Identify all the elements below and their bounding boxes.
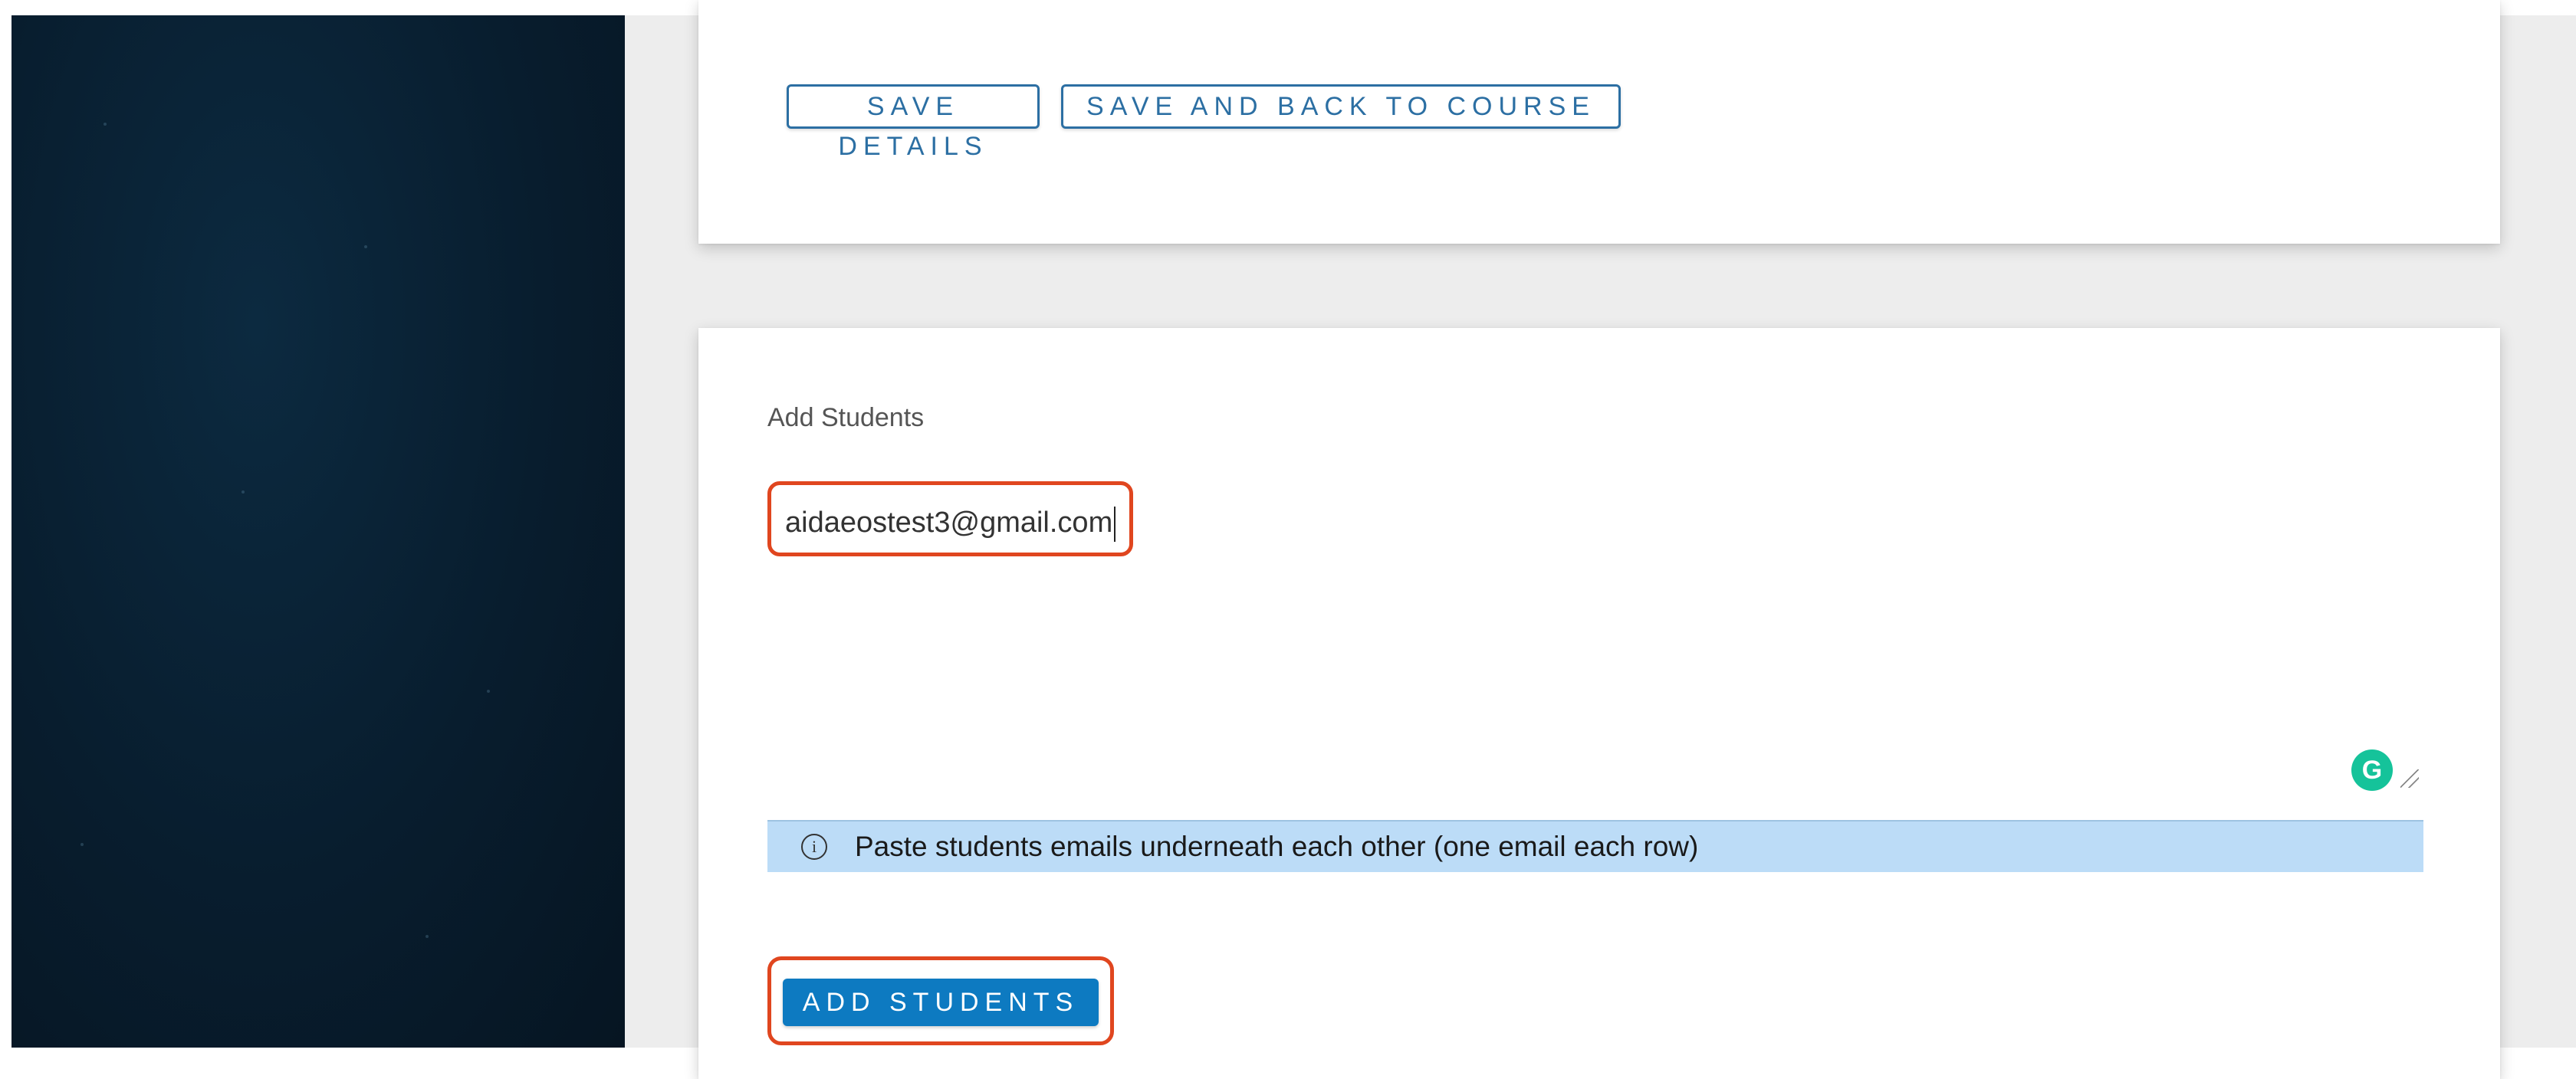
resize-handle-icon[interactable] (2400, 769, 2419, 788)
save-and-back-button[interactable]: SAVE AND BACK TO COURSE (1061, 84, 1621, 129)
info-hint-bar: i Paste students emails underneath each … (767, 820, 2423, 872)
app-window: SAVE DETAILS SAVE AND BACK TO COURSE Add… (0, 0, 2576, 1079)
text-caret (1114, 506, 1116, 542)
sidebar-texture (242, 490, 245, 494)
add-students-highlight: ADD STUDENTS (767, 956, 1114, 1045)
highlighted-email-entry[interactable]: aidaeostest3@gmail.com (767, 481, 1134, 556)
sidebar-texture (104, 123, 107, 126)
course-details-card: SAVE DETAILS SAVE AND BACK TO COURSE (698, 0, 2500, 244)
add-students-card: Add Students aidaeostest3@gmail.com G i … (698, 328, 2500, 1079)
student-emails-textarea[interactable]: aidaeostest3@gmail.com G (767, 481, 2423, 791)
save-details-button[interactable]: SAVE DETAILS (787, 84, 1040, 161)
sidebar-texture (364, 245, 367, 248)
section-title: Add Students (767, 403, 925, 432)
sidebar-texture (426, 935, 429, 938)
info-hint-text: Paste students emails underneath each ot… (855, 831, 1699, 862)
sidebar-texture (487, 690, 490, 693)
sidebar-texture (80, 843, 84, 846)
grammarly-icon[interactable]: G (2351, 749, 2393, 791)
main-content: SAVE DETAILS SAVE AND BACK TO COURSE Add… (625, 0, 2576, 1079)
add-students-button[interactable]: ADD STUDENTS (783, 979, 1099, 1026)
info-circle-icon: i (801, 834, 827, 860)
email-value: aidaeostest3@gmail.com (785, 507, 1113, 539)
sidebar-panel (12, 15, 625, 1048)
